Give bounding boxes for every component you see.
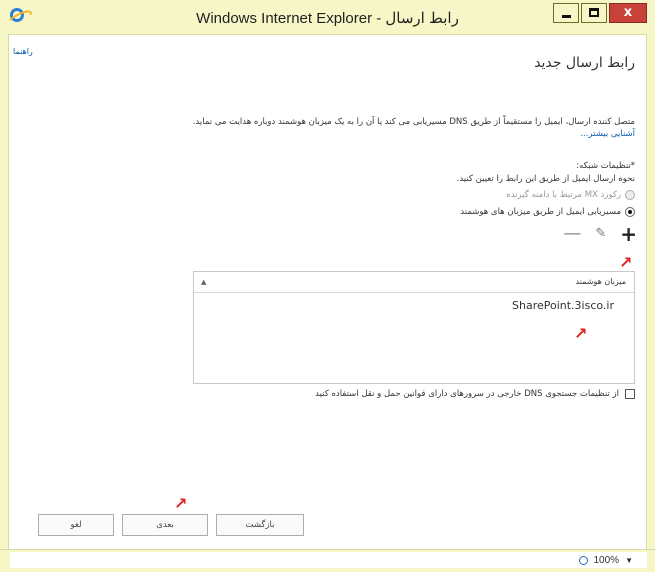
minimize-icon — [562, 15, 571, 18]
radio-smart-host-label: مسیریابی ایمیل از طریق میزبان های هوشمند — [460, 207, 621, 217]
smart-host-list: میزبان هوشمند ▲ SharePoint.3isco.ir — [193, 271, 635, 384]
cancel-button[interactable]: لغو — [38, 514, 114, 536]
window-controls: x — [553, 3, 647, 23]
page-title: رابط ارسال جدید — [534, 55, 635, 71]
edit-pencil-icon[interactable]: ✎ — [595, 225, 606, 243]
window-frame-right — [646, 34, 655, 549]
wizard-button-bar: لغو بعدی بازگشت — [38, 514, 304, 536]
annotation-arrow-host: ↗ — [574, 324, 588, 343]
zoom-level: 100% — [593, 555, 620, 566]
back-button[interactable]: بازگشت — [216, 514, 304, 536]
annotation-arrow-next: ↗ — [174, 494, 188, 513]
annotation-arrow-add: ↗ — [619, 253, 633, 272]
close-button[interactable]: x — [609, 3, 647, 23]
zoom-magnifier-icon — [578, 556, 588, 565]
help-link[interactable]: راهنما — [13, 47, 33, 56]
maximize-button[interactable] — [581, 3, 607, 23]
next-button[interactable]: بعدی — [122, 514, 208, 536]
minimize-button[interactable] — [553, 3, 579, 23]
window-titlebar[interactable]: رابط ارسال - Windows Internet Explorer x — [0, 0, 655, 35]
connector-description: متصل کننده ارسال، ایمیل را مستقیماً از ط… — [192, 117, 635, 127]
table-row[interactable]: SharePoint.3isco.ir — [194, 293, 634, 319]
network-settings-description: نحوه ارسال ایمیل از طریق این رابط را تعی… — [456, 174, 635, 184]
status-bar-panel: 100% ▼ — [10, 552, 647, 568]
radio-smart-host-button[interactable] — [625, 207, 635, 217]
smart-host-toolbar: + ✎ — — [563, 224, 637, 244]
external-dns-option[interactable]: از تنظیمات جستجوی DNS خارجی در سرورهای د… — [315, 389, 635, 399]
status-bar: 100% ▼ — [0, 549, 655, 572]
radio-mx-record-button[interactable] — [625, 190, 635, 200]
external-dns-checkbox[interactable] — [625, 389, 635, 399]
page-content: راهنما رابط ارسال جدید متصل کننده ارسال،… — [9, 35, 646, 548]
window-frame-left — [0, 34, 9, 549]
learn-more-link[interactable]: آشنایی بیشتر... — [580, 129, 635, 139]
radio-mx-record[interactable]: رکورد MX مرتبط با دامنه گیرنده — [506, 190, 635, 200]
add-icon[interactable]: + — [620, 224, 637, 244]
close-icon: x — [623, 5, 633, 20]
radio-mx-record-label: رکورد MX مرتبط با دامنه گیرنده — [506, 190, 621, 200]
column-header-smart-host[interactable]: میزبان هوشمند — [576, 277, 627, 286]
external-dns-label: از تنظیمات جستجوی DNS خارجی در سرورهای د… — [315, 389, 619, 399]
smart-host-list-header[interactable]: میزبان هوشمند ▲ — [194, 272, 634, 293]
zoom-control[interactable]: 100% ▼ — [578, 555, 633, 566]
radio-smart-host[interactable]: مسیریابی ایمیل از طریق میزبان های هوشمند — [460, 207, 635, 217]
network-settings-label: *تنظیمات شبکه: — [576, 161, 635, 171]
remove-icon[interactable]: — — [563, 225, 581, 243]
sort-ascending-icon[interactable]: ▲ — [201, 278, 206, 286]
maximize-icon — [589, 8, 599, 17]
smart-host-cell: SharePoint.3isco.ir — [512, 299, 614, 312]
chevron-down-icon[interactable]: ▼ — [625, 556, 633, 565]
